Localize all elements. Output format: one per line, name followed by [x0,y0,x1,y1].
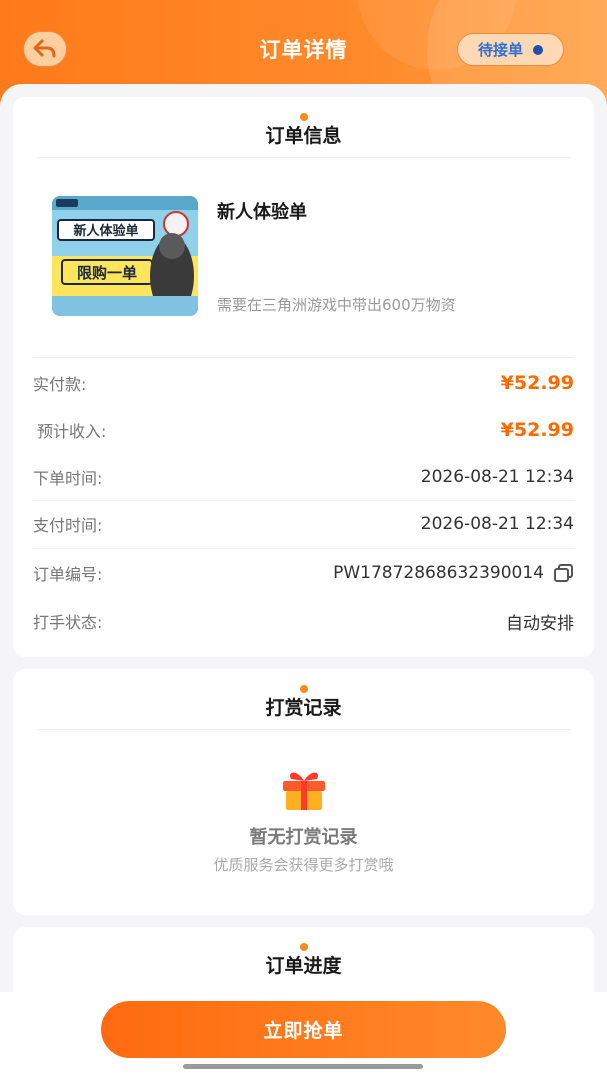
info-row-order-number: 订单编号: PW17872868632390014 [33,561,574,585]
thumb-line2: 限购一单 [77,264,137,282]
title-dot-icon [299,943,308,951]
info-row-player-status: 打手状态: 自动安排 [33,609,574,634]
product-image: 新人体验单 限购一单 [52,196,198,316]
info-row-paid: 实付款: ¥52.99 [33,371,574,395]
info-label: 支付时间: [33,516,103,535]
product-name: 新人体验单 [217,202,307,223]
info-label: 下单时间: [33,469,103,488]
info-value-income: ¥52.99 [500,419,574,441]
product-thumbnail: 新人体验单 限购一单 [52,196,198,316]
copy-icon[interactable] [554,564,574,582]
product-description: 需要在三角洲游戏中带出600万物资 [217,296,456,314]
info-label: 实付款: [33,375,87,394]
divider [33,357,574,358]
info-label: 打手状态: [33,613,103,632]
gift-icon [283,772,325,810]
empty-reward-subtitle: 优质服务会获得更多打赏哦 [213,856,394,874]
title-dot-icon [299,685,308,693]
order-progress-title: 订单进度 [265,955,342,977]
info-value-player-status: 自动安排 [506,613,574,634]
order-info-title: 订单信息 [265,125,342,147]
info-value-pay-time: 2026-08-21 12:34 [420,514,574,534]
empty-reward-title: 暂无打赏记录 [249,827,358,848]
order-status-badge: 待接单 [457,33,564,66]
info-value-paid: ¥52.99 [500,372,574,394]
status-dot-icon [533,44,543,55]
title-dot-icon [299,113,308,121]
order-info-card: 订单信息 新人体验单 限购一单 新人体验单 需要在三角洲游戏中带出600万物资 … [13,97,594,657]
order-number-text: PW17872868632390014 [333,563,544,583]
divider [37,157,570,158]
reward-record-title: 打赏记录 [265,697,342,719]
divider [37,729,570,730]
info-row-pay-time: 支付时间: 2026-08-21 12:34 [33,512,574,536]
grab-order-button[interactable]: 立即抢单 [101,1001,506,1058]
order-status-text: 待接单 [477,41,523,59]
info-label: 预计收入: [37,422,107,441]
info-value-order-number: PW17872868632390014 [333,563,574,583]
divider [33,548,574,549]
thumb-line1: 新人体验单 [73,223,138,239]
info-label: 订单编号: [33,565,103,584]
divider [33,500,574,501]
info-value-order-time: 2026-08-21 12:34 [420,467,574,487]
info-row-income: 预计收入: ¥52.99 [33,418,574,442]
reward-record-card: 打赏记录 暂无打赏记录 优质服务会获得更多打赏哦 [13,669,594,915]
info-row-order-time: 下单时间: 2026-08-21 12:34 [33,465,574,489]
home-indicator [183,1064,423,1069]
